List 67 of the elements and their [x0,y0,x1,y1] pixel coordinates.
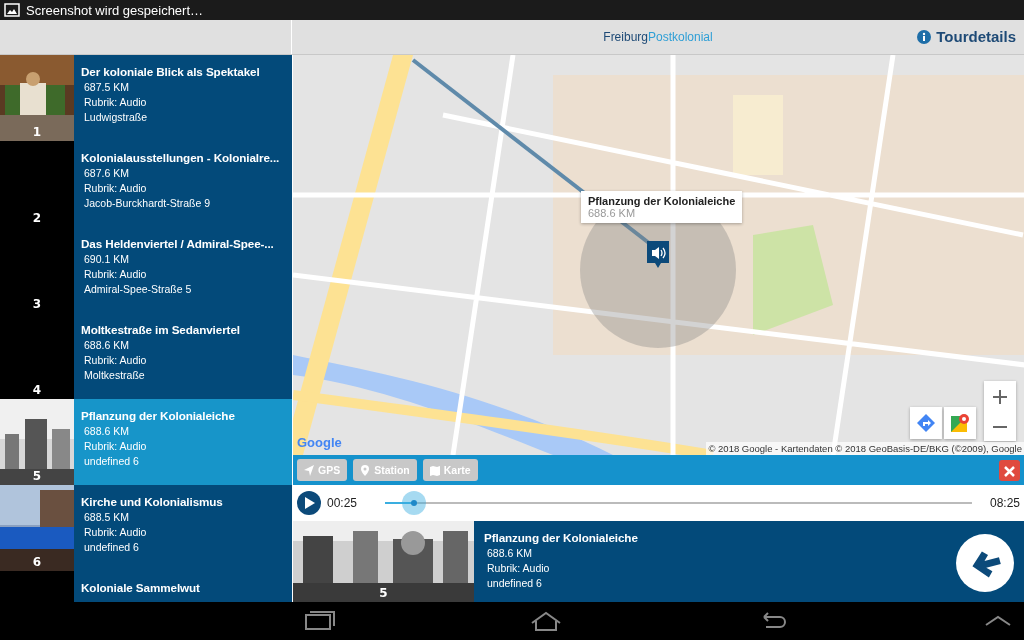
station-distance: 687.6 KM [83,167,130,179]
image-icon [4,3,20,17]
duration-time: 08:25 [989,496,1020,510]
station-address: undefined 6 [486,577,543,589]
station-number: 5 [378,586,389,600]
station-number: 1 [31,125,43,139]
map-pin-icon [951,414,969,432]
progress-thumb[interactable] [402,491,427,515]
close-button[interactable] [999,459,1020,481]
map-attribution: © 2018 Google - Kartendaten © 2018 GeoBasis-DE/BKG (©2009), Google [706,442,1024,455]
map-icon [429,464,440,476]
map-marker-icon [360,464,371,476]
station-title: Koloniale Sammelwut [81,581,200,594]
minus-icon [993,426,1007,429]
station-address: undefined 6 [83,541,140,553]
station-address: Moltkestraße [83,369,146,381]
location-arrow-icon [304,464,314,476]
back-button[interactable] [956,534,1014,592]
directions-button[interactable] [910,407,942,439]
station-item[interactable]: 5 Pflanzung der Kolonialeiche 688.6 KM Rubrik: Audio undefined 6 [0,399,292,485]
info-distance: 688.6 KM [588,207,637,219]
station-distance: 688.5 KM [83,511,130,523]
station-number: 4 [31,383,43,397]
station-distance: 690.1 KM [83,253,130,265]
elapsed-time: 00:25 [327,496,358,510]
station-number: 5 [31,469,43,483]
maps-app-button[interactable] [944,407,976,439]
directions-icon [917,414,935,432]
station-category: Rubrik: Audio [486,562,551,574]
station-address: Ludwigstraße [83,111,149,123]
close-icon [1004,465,1015,477]
audio-marker-icon [647,241,669,269]
app-title: FreiburgPostkolonial [603,30,713,44]
station-category: Rubrik: Audio [83,268,148,280]
recent-apps-icon[interactable] [302,609,338,633]
station-title: Der koloniale Blick als Spektakel [81,65,260,78]
play-button[interactable] [297,491,321,515]
station-title: Moltkestraße im Sedanviertel [81,323,240,336]
station-category: Rubrik: Audio [83,440,148,452]
station-distance: 687.5 KM [83,81,130,93]
info-title: Pflanzung der Kolonialeiche [588,195,736,207]
zoom-in-button[interactable] [984,381,1016,411]
notification-text: Screenshot wird gespeichert… [26,2,204,18]
station-category: Rubrik: Audio [83,354,148,366]
play-icon [305,497,315,509]
station-distance: 688.6 KM [83,425,130,437]
station-title: Kolonialausstellungen - Kolonialre... [81,151,280,164]
plus-icon [993,390,1007,405]
station-number: 2 [31,211,43,225]
station-category: Rubrik: Audio [83,182,148,194]
info-icon [917,29,932,44]
station-number: 6 [31,555,43,569]
station-category: Rubrik: Audio [83,526,148,538]
station-address: undefined 6 [83,455,140,467]
zoom-out-button[interactable] [984,411,1016,441]
station-category: Rubrik: Audio [83,96,148,108]
station-title: Pflanzung der Kolonialeiche [484,531,638,544]
tour-details-button[interactable]: Tourdetails [917,28,1016,45]
station-distance: 688.6 KM [83,339,130,351]
station-address: Admiral-Spee-Straße 5 [83,283,193,295]
station-title: Pflanzung der Kolonialeiche [81,409,235,422]
google-logo: Google [297,435,342,450]
station-title: Kirche und Kolonialismus [81,495,223,508]
station-title: Das Heldenviertel / Admiral-Spee-... [81,237,274,250]
station-distance: 688.6 KM [486,547,533,559]
station-number: 3 [31,297,43,311]
station-address: Jacob-Burckhardt-Straße 9 [83,197,212,209]
